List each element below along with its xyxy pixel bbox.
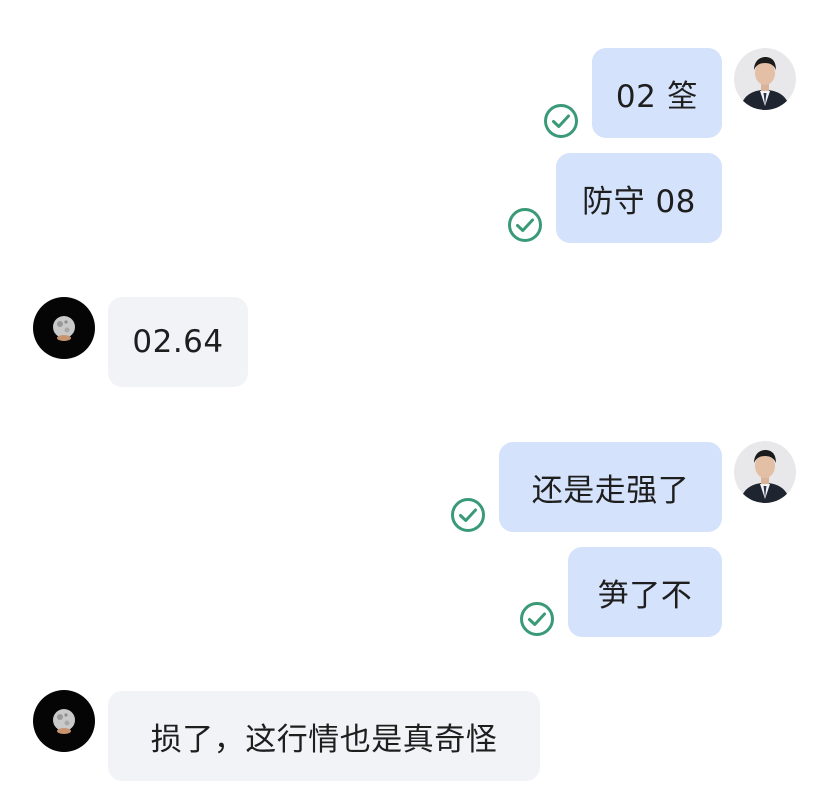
message-bubble-sent[interactable]: 笋了不: [568, 547, 722, 637]
message-text: 防守 08: [582, 183, 696, 220]
message-bubble-sent[interactable]: 02 筌: [592, 48, 722, 138]
check-circle-icon: [451, 498, 485, 532]
check-circle-icon: [544, 104, 578, 138]
message-bubble-sent[interactable]: 还是走强了: [499, 442, 722, 532]
message-text: 02.64: [132, 324, 224, 360]
contact-avatar[interactable]: [33, 690, 95, 752]
message-bubble-received[interactable]: 02.64: [108, 297, 248, 387]
check-circle-icon: [508, 208, 542, 242]
message-text: 损了，这行情也是真奇怪: [150, 721, 498, 758]
message-text: 笋了不: [597, 577, 693, 614]
message-bubble-received[interactable]: 损了，这行情也是真奇怪: [108, 691, 540, 781]
self-avatar[interactable]: [734, 441, 796, 503]
contact-avatar[interactable]: [33, 297, 95, 359]
check-circle-icon: [520, 602, 554, 636]
message-text: 02 筌: [615, 78, 699, 115]
self-avatar[interactable]: [734, 48, 796, 110]
message-bubble-sent[interactable]: 防守 08: [556, 153, 722, 243]
message-text: 还是走强了: [531, 472, 690, 509]
